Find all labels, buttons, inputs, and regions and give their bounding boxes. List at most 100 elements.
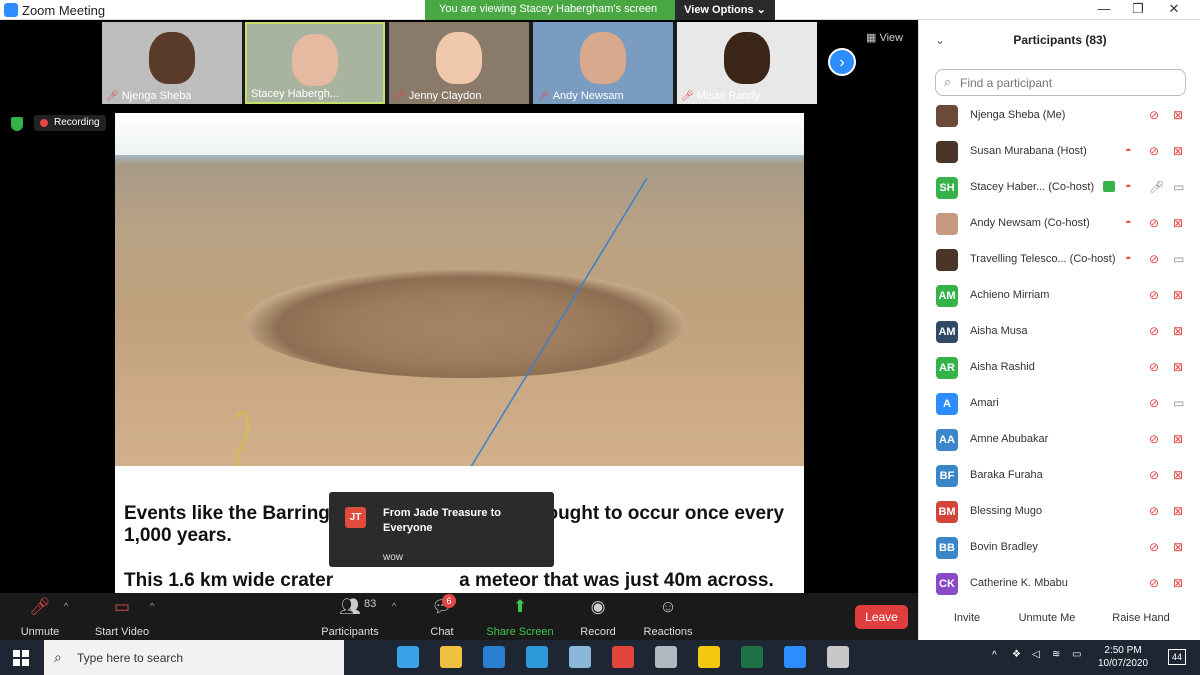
participant-name: Aisha Rashid (970, 361, 1035, 373)
participant-row[interactable]: AR Aisha Rashid ⊘ ⊠ (919, 352, 1200, 388)
video-icon[interactable]: ▭ (1173, 180, 1184, 194)
muted-mic-icon[interactable]: ⊘ (1149, 576, 1159, 590)
video-thumbnail[interactable]: 🎤︎ Jenny Claydon (389, 22, 529, 104)
invite-button[interactable]: Invite (949, 608, 985, 628)
video-icon[interactable]: ▭ (1173, 396, 1184, 410)
close-button[interactable]: ✕ (1156, 0, 1192, 20)
video-thumbnail[interactable]: 🎤︎ Misati Randy (677, 22, 817, 104)
windows-start-icon[interactable] (13, 650, 29, 666)
thumbnail-name: Andy Newsam (552, 90, 624, 102)
muted-mic-icon[interactable]: ⊘ (1149, 144, 1159, 158)
participant-search[interactable]: ⌕ (935, 69, 1186, 96)
chrome-icon[interactable] (612, 646, 634, 668)
participant-row[interactable]: AA Amne Abubakar ⊘ ⊠ (919, 424, 1200, 460)
muted-mic-icon[interactable]: ⊘ (1149, 252, 1159, 266)
record-icon: ◉ (590, 597, 606, 616)
mail-icon[interactable] (483, 646, 505, 668)
app-icon[interactable] (827, 646, 849, 668)
video-off-icon[interactable]: ⊠ (1173, 432, 1183, 446)
participant-row[interactable]: BF Baraka Furaha ⊘ ⊠ (919, 460, 1200, 496)
participant-row[interactable]: SH Stacey Haber... (Co-host) ◓ 🎤︎ ▭ (919, 172, 1200, 208)
file-explorer-icon[interactable] (440, 646, 462, 668)
participant-row[interactable]: BB Bovin Bradley ⊘ ⊠ (919, 532, 1200, 568)
participant-row[interactable]: Susan Murabana (Host) ◓ ⊘ ⊠ (919, 136, 1200, 172)
muted-mic-icon[interactable]: ⊘ (1149, 360, 1159, 374)
volume-icon[interactable]: ◁ (1032, 649, 1040, 660)
video-off-icon[interactable]: ⊠ (1173, 108, 1183, 122)
chat-notification-popup[interactable]: JT From Jade Treasure to Everyone wow (329, 492, 554, 567)
muted-mic-icon: 🎤︎ (537, 91, 550, 102)
reactions-button[interactable]: ☺ Reactions (642, 597, 694, 638)
recording-indicator[interactable]: Recording (34, 115, 106, 131)
video-thumbnail[interactable]: 🎤︎ Njenga Sheba (102, 22, 242, 104)
power-bi-icon[interactable] (698, 646, 720, 668)
participant-row[interactable]: Andy Newsam (Co-host) ◓ ⊘ ⊠ (919, 208, 1200, 244)
muted-mic-icon[interactable]: ⊘ (1149, 468, 1159, 482)
video-icon[interactable]: ▭ (1173, 252, 1184, 266)
unmute-button[interactable]: 🎤︎ Unmute (14, 597, 66, 638)
muted-mic-icon[interactable]: ⊘ (1149, 504, 1159, 518)
zoom-icon[interactable] (784, 646, 806, 668)
tablet-app-icon[interactable] (397, 646, 419, 668)
dropbox-icon[interactable]: ❖ (1012, 649, 1021, 660)
video-thumbnail[interactable]: 🎤︎ Andy Newsam (533, 22, 673, 104)
video-off-icon[interactable]: ⊠ (1173, 288, 1183, 302)
torn-edge (115, 466, 804, 478)
participant-row[interactable]: BM Blessing Mugo ⊘ ⊠ (919, 496, 1200, 532)
photos-icon[interactable] (526, 646, 548, 668)
muted-mic-icon[interactable]: ⊘ (1149, 108, 1159, 122)
security-shield-icon[interactable] (11, 117, 23, 131)
muted-mic-icon[interactable]: ⊘ (1149, 432, 1159, 446)
taskbar-search-box[interactable]: ⌕ Type here to search (44, 640, 344, 675)
mic-icon[interactable]: 🎤︎ (1149, 180, 1164, 194)
participant-row[interactable]: Njenga Sheba (Me) ⊘ ⊠ (919, 100, 1200, 136)
muted-mic-icon[interactable]: ⊘ (1149, 324, 1159, 338)
video-thumbnail-active-speaker[interactable]: Stacey Habergh... (245, 22, 385, 104)
share-screen-button[interactable]: ⬆ Share Screen (486, 597, 554, 638)
participant-row[interactable]: Travelling Telesco... (Co-host) ◓ ⊘ ▭ (919, 244, 1200, 280)
minimize-button[interactable]: — (1086, 0, 1122, 20)
chat-button[interactable]: 💬︎ 6 Chat (426, 594, 458, 638)
audio-options-caret-icon[interactable]: ^ (64, 601, 68, 611)
maximize-button[interactable]: ❐ (1120, 0, 1156, 20)
video-off-icon[interactable]: ⊠ (1173, 324, 1183, 338)
video-off-icon[interactable]: ⊠ (1173, 576, 1183, 590)
video-off-icon[interactable]: ⊠ (1173, 504, 1183, 518)
video-off-icon[interactable]: ⊠ (1173, 540, 1183, 554)
muted-mic-icon[interactable]: ⊘ (1149, 216, 1159, 230)
leave-button[interactable]: Leave (855, 605, 908, 629)
tray-overflow-icon[interactable]: ^ (992, 650, 997, 661)
participant-row[interactable]: CK Catherine K. Mbabu ⊘ ⊠ (919, 568, 1200, 598)
video-off-icon[interactable]: ⊠ (1173, 360, 1183, 374)
participant-row[interactable]: A Amari ⊘ ▭ (919, 388, 1200, 424)
taskbar-clock[interactable]: 2:50 PM 10/07/2020 (1098, 644, 1148, 670)
pen-app-icon[interactable] (569, 646, 591, 668)
record-button[interactable]: ◉ Record (578, 597, 618, 638)
task-view-icon[interactable] (354, 646, 376, 668)
battery-icon[interactable]: ▭ (1072, 649, 1081, 660)
video-off-icon[interactable]: ⊠ (1173, 144, 1183, 158)
excel-icon[interactable] (741, 646, 763, 668)
next-page-arrow-icon[interactable]: › (828, 48, 856, 76)
view-options-button[interactable]: View Options ⌄ (675, 0, 775, 20)
video-off-icon[interactable]: ⊠ (1173, 216, 1183, 230)
unmute-me-button[interactable]: Unmute Me (1015, 608, 1079, 628)
participant-name: Baraka Furaha (970, 469, 1043, 481)
participant-name: Aisha Musa (970, 325, 1028, 337)
view-button[interactable]: ▦ View (866, 31, 903, 44)
video-options-caret-icon[interactable]: ^ (150, 601, 154, 611)
muted-mic-icon[interactable]: ⊘ (1149, 540, 1159, 554)
scanner-icon[interactable] (655, 646, 677, 668)
wifi-icon[interactable]: ≋ (1052, 649, 1060, 660)
participant-row[interactable]: AM Achieno Mirriam ⊘ ⊠ (919, 280, 1200, 316)
participant-row[interactable]: AM Aisha Musa ⊘ ⊠ (919, 316, 1200, 352)
participant-name: Andy Newsam (Co-host) (970, 217, 1090, 229)
muted-mic-icon[interactable]: ⊘ (1149, 396, 1159, 410)
participants-caret-icon[interactable]: ^ (392, 601, 396, 611)
video-off-icon[interactable]: ⊠ (1173, 468, 1183, 482)
muted-mic-icon[interactable]: ⊘ (1149, 288, 1159, 302)
raise-hand-button[interactable]: Raise Hand (1111, 608, 1171, 628)
start-video-button[interactable]: ▭ Start Video (90, 597, 154, 638)
notification-center-icon[interactable]: 44 (1168, 649, 1186, 665)
participant-search-input[interactable] (960, 74, 1180, 92)
